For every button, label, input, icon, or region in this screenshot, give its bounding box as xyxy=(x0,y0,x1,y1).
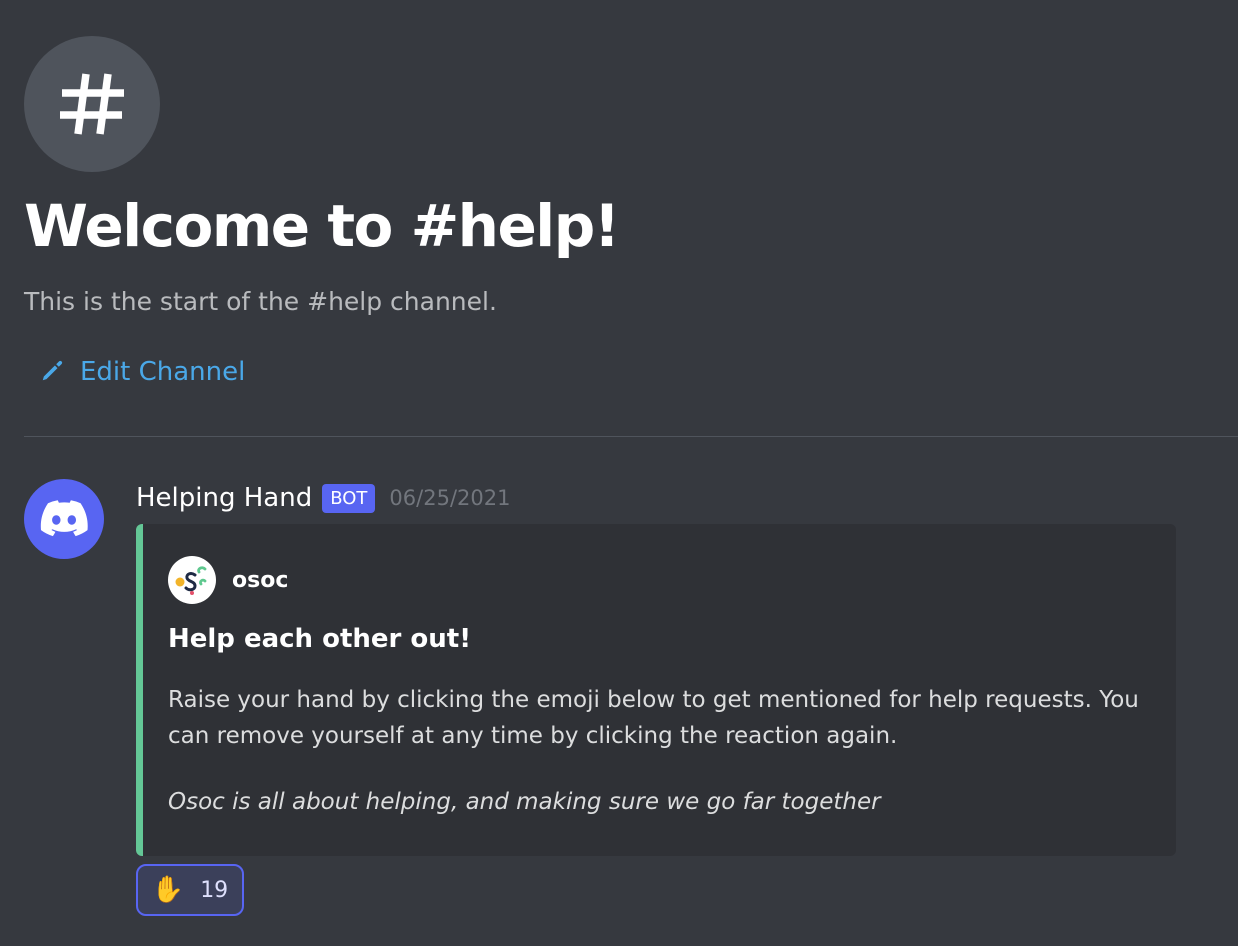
hash-icon xyxy=(60,73,124,135)
osoc-logo-icon xyxy=(168,556,216,604)
welcome-subtitle: This is the start of the #help channel. xyxy=(24,287,497,316)
bot-avatar[interactable] xyxy=(24,479,104,559)
embed-author: osoc xyxy=(168,556,288,604)
chat-view: Welcome to #help! This is the start of t… xyxy=(0,0,1238,946)
timestamp: 06/25/2021 xyxy=(389,486,511,510)
channel-hash-avatar xyxy=(24,36,160,172)
edit-channel-label: Edit Channel xyxy=(80,357,246,387)
reaction-count: 19 xyxy=(200,877,229,903)
embed-description: Raise your hand by clicking the emoji be… xyxy=(168,687,1139,749)
edit-channel-button[interactable]: Edit Channel xyxy=(38,352,245,392)
embed-quote: Osoc is all about helping, and making su… xyxy=(168,789,881,815)
message-header: Helping Hand BOT 06/25/2021 xyxy=(136,478,510,518)
embed-author-name: osoc xyxy=(232,567,289,593)
welcome-title: Welcome to #help! xyxy=(24,192,620,260)
bot-tag: BOT xyxy=(322,483,376,513)
embed-title: Help each other out! xyxy=(168,624,472,654)
discord-logo-icon xyxy=(40,500,88,537)
raised-hand-icon: ✋ xyxy=(151,875,185,905)
message-embed: osoc Help each other out! Raise your han… xyxy=(136,524,1176,856)
pencil-icon xyxy=(38,358,66,386)
divider xyxy=(24,436,1238,437)
reaction-raised-hand[interactable]: ✋ 19 xyxy=(136,864,244,916)
author-name[interactable]: Helping Hand xyxy=(136,483,312,513)
